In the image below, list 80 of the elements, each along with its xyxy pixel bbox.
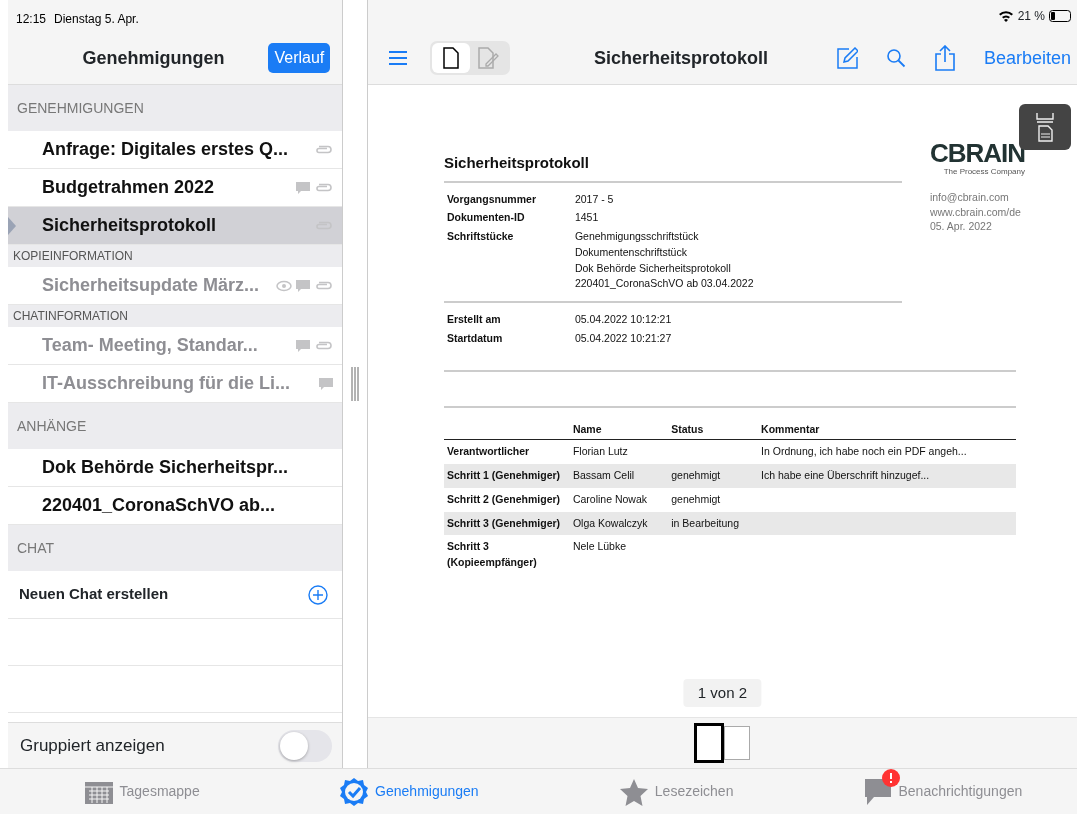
field-value: Dokumentenschriftstück (574, 244, 688, 260)
outline-icon (1035, 112, 1055, 142)
table-cell: Schritt 3 (Genehmiger) (443, 511, 570, 536)
resize-handle-icon[interactable] (350, 367, 361, 401)
edit-button[interactable]: Bearbeiten (983, 44, 1071, 72)
contact-line: 05. Apr. 2022 (929, 219, 993, 235)
field-label: Erstellt am (446, 312, 502, 327)
page-pencil-icon (477, 47, 500, 69)
field-value: 1451 (574, 210, 600, 226)
view-mode-button[interactable] (431, 43, 470, 73)
section-header: CHATINFORMATION (8, 305, 343, 327)
field-value: 05.04.2022 10:21:27 (574, 330, 673, 346)
table-cell: Schritt 1 (Genehmiger) (443, 464, 570, 488)
tab-bar-item[interactable]: Tagesmappe (8, 769, 276, 814)
tab-bar-item[interactable]: Lesezeichen (542, 769, 810, 814)
field-label: Schriftstücke (446, 229, 515, 244)
company-logo: CBRAIN (929, 140, 1025, 166)
column-header: Name (569, 406, 669, 440)
field-value: 05.04.2022 10:12:21 (574, 312, 673, 327)
section-header: ANHÄNGE (8, 403, 343, 449)
wifi-icon (997, 10, 1014, 22)
view-mode-control[interactable] (429, 41, 510, 75)
section-header: GENEHMIGUNGEN (8, 85, 343, 131)
column-header: Status (668, 406, 759, 440)
table-cell: Nele Lübke (569, 535, 669, 575)
table-cell: Florian Lutz (569, 439, 669, 464)
contact-line: www.cbrain.com/de (929, 204, 1022, 220)
selection-marker-icon (8, 217, 16, 235)
field-label: Startdatum (446, 330, 504, 346)
sidebar-item[interactable]: Team- Meeting, Standar... (8, 327, 343, 365)
battery-percent: 21 % (1017, 8, 1045, 25)
section-header: CHAT (8, 525, 343, 571)
status-date: Dienstag 5. Apr. (54, 12, 139, 26)
new-chat-row[interactable]: Neuen Chat erstellen (8, 571, 343, 619)
page-thumbnail[interactable] (724, 726, 751, 760)
table-cell: In Ordnung, ich habe noch ein PDF angeh... (758, 439, 1016, 464)
field-value: Dok Behörde Sicherheitsprotokoll (574, 260, 732, 276)
table-cell: genehmigt (668, 487, 759, 512)
contact-line: info@cbrain.com (929, 190, 1010, 205)
logo-tagline: The Process Company (942, 166, 1025, 178)
toggle-switch[interactable] (278, 729, 333, 762)
table-cell: Olga Kowalczyk (569, 511, 669, 536)
toggle-label: Gruppiert anzeigen (20, 734, 166, 757)
battery-icon (1049, 10, 1073, 22)
star-icon (618, 777, 649, 806)
plus-circle-icon[interactable] (308, 584, 329, 605)
menu-icon (387, 50, 408, 66)
sidebar-title: Genehmigungen (82, 46, 225, 70)
tab-bar-item[interactable]: Genehmigungen (275, 769, 543, 814)
document-heading: Sicherheitsprotokoll (443, 153, 590, 173)
status-time: 12:15 (16, 12, 47, 26)
search-icon (885, 48, 906, 68)
field-value: 220401_CoronaSchVO ab 03.04.2022 (574, 276, 755, 292)
table-cell: Bassam Celil (569, 464, 669, 488)
table-cell: Schritt 3 (Kopieempfänger) (443, 535, 570, 575)
section-header: KOPIEINFORMATION (8, 245, 343, 267)
history-button[interactable]: Verlauf (268, 43, 331, 73)
page-icon (442, 47, 459, 69)
check-badge-icon (339, 776, 370, 807)
sidebar-item[interactable]: Sicherheitsprotokoll (8, 207, 343, 245)
field-label: Dokumenten-ID (446, 210, 526, 226)
field-value: Genehmigungsschriftstück (574, 229, 700, 244)
page-thumbnail[interactable] (694, 723, 725, 763)
column-header: Kommentar (758, 406, 1016, 440)
page-indicator: 1 von 2 (683, 678, 762, 707)
table-cell: genehmigt (668, 464, 759, 488)
table-cell: Ich habe eine Überschrift hinzugef... (758, 464, 1016, 488)
tab-bar-item[interactable]: Benachrichtigungen (809, 769, 1077, 814)
field-label: Vorgangsnummer (446, 191, 537, 207)
pencil-square-icon (835, 47, 858, 69)
document-title: Sicherheitsprotokoll (592, 46, 769, 70)
share-icon (933, 45, 956, 71)
sidebar-item[interactable]: Anfrage: Digitales erstes Q... (8, 131, 343, 169)
new-chat-label: Neuen Chat erstellen (19, 584, 170, 605)
table-cell: Verantwortlicher (443, 439, 570, 464)
field-value: 2017 - 5 (574, 191, 615, 207)
table-cell: in Bearbeitung (668, 511, 759, 536)
menu-button[interactable] (387, 50, 408, 66)
table-cell: Schritt 2 (Genehmiger) (443, 487, 570, 512)
table-cell: Caroline Nowak (569, 487, 669, 512)
